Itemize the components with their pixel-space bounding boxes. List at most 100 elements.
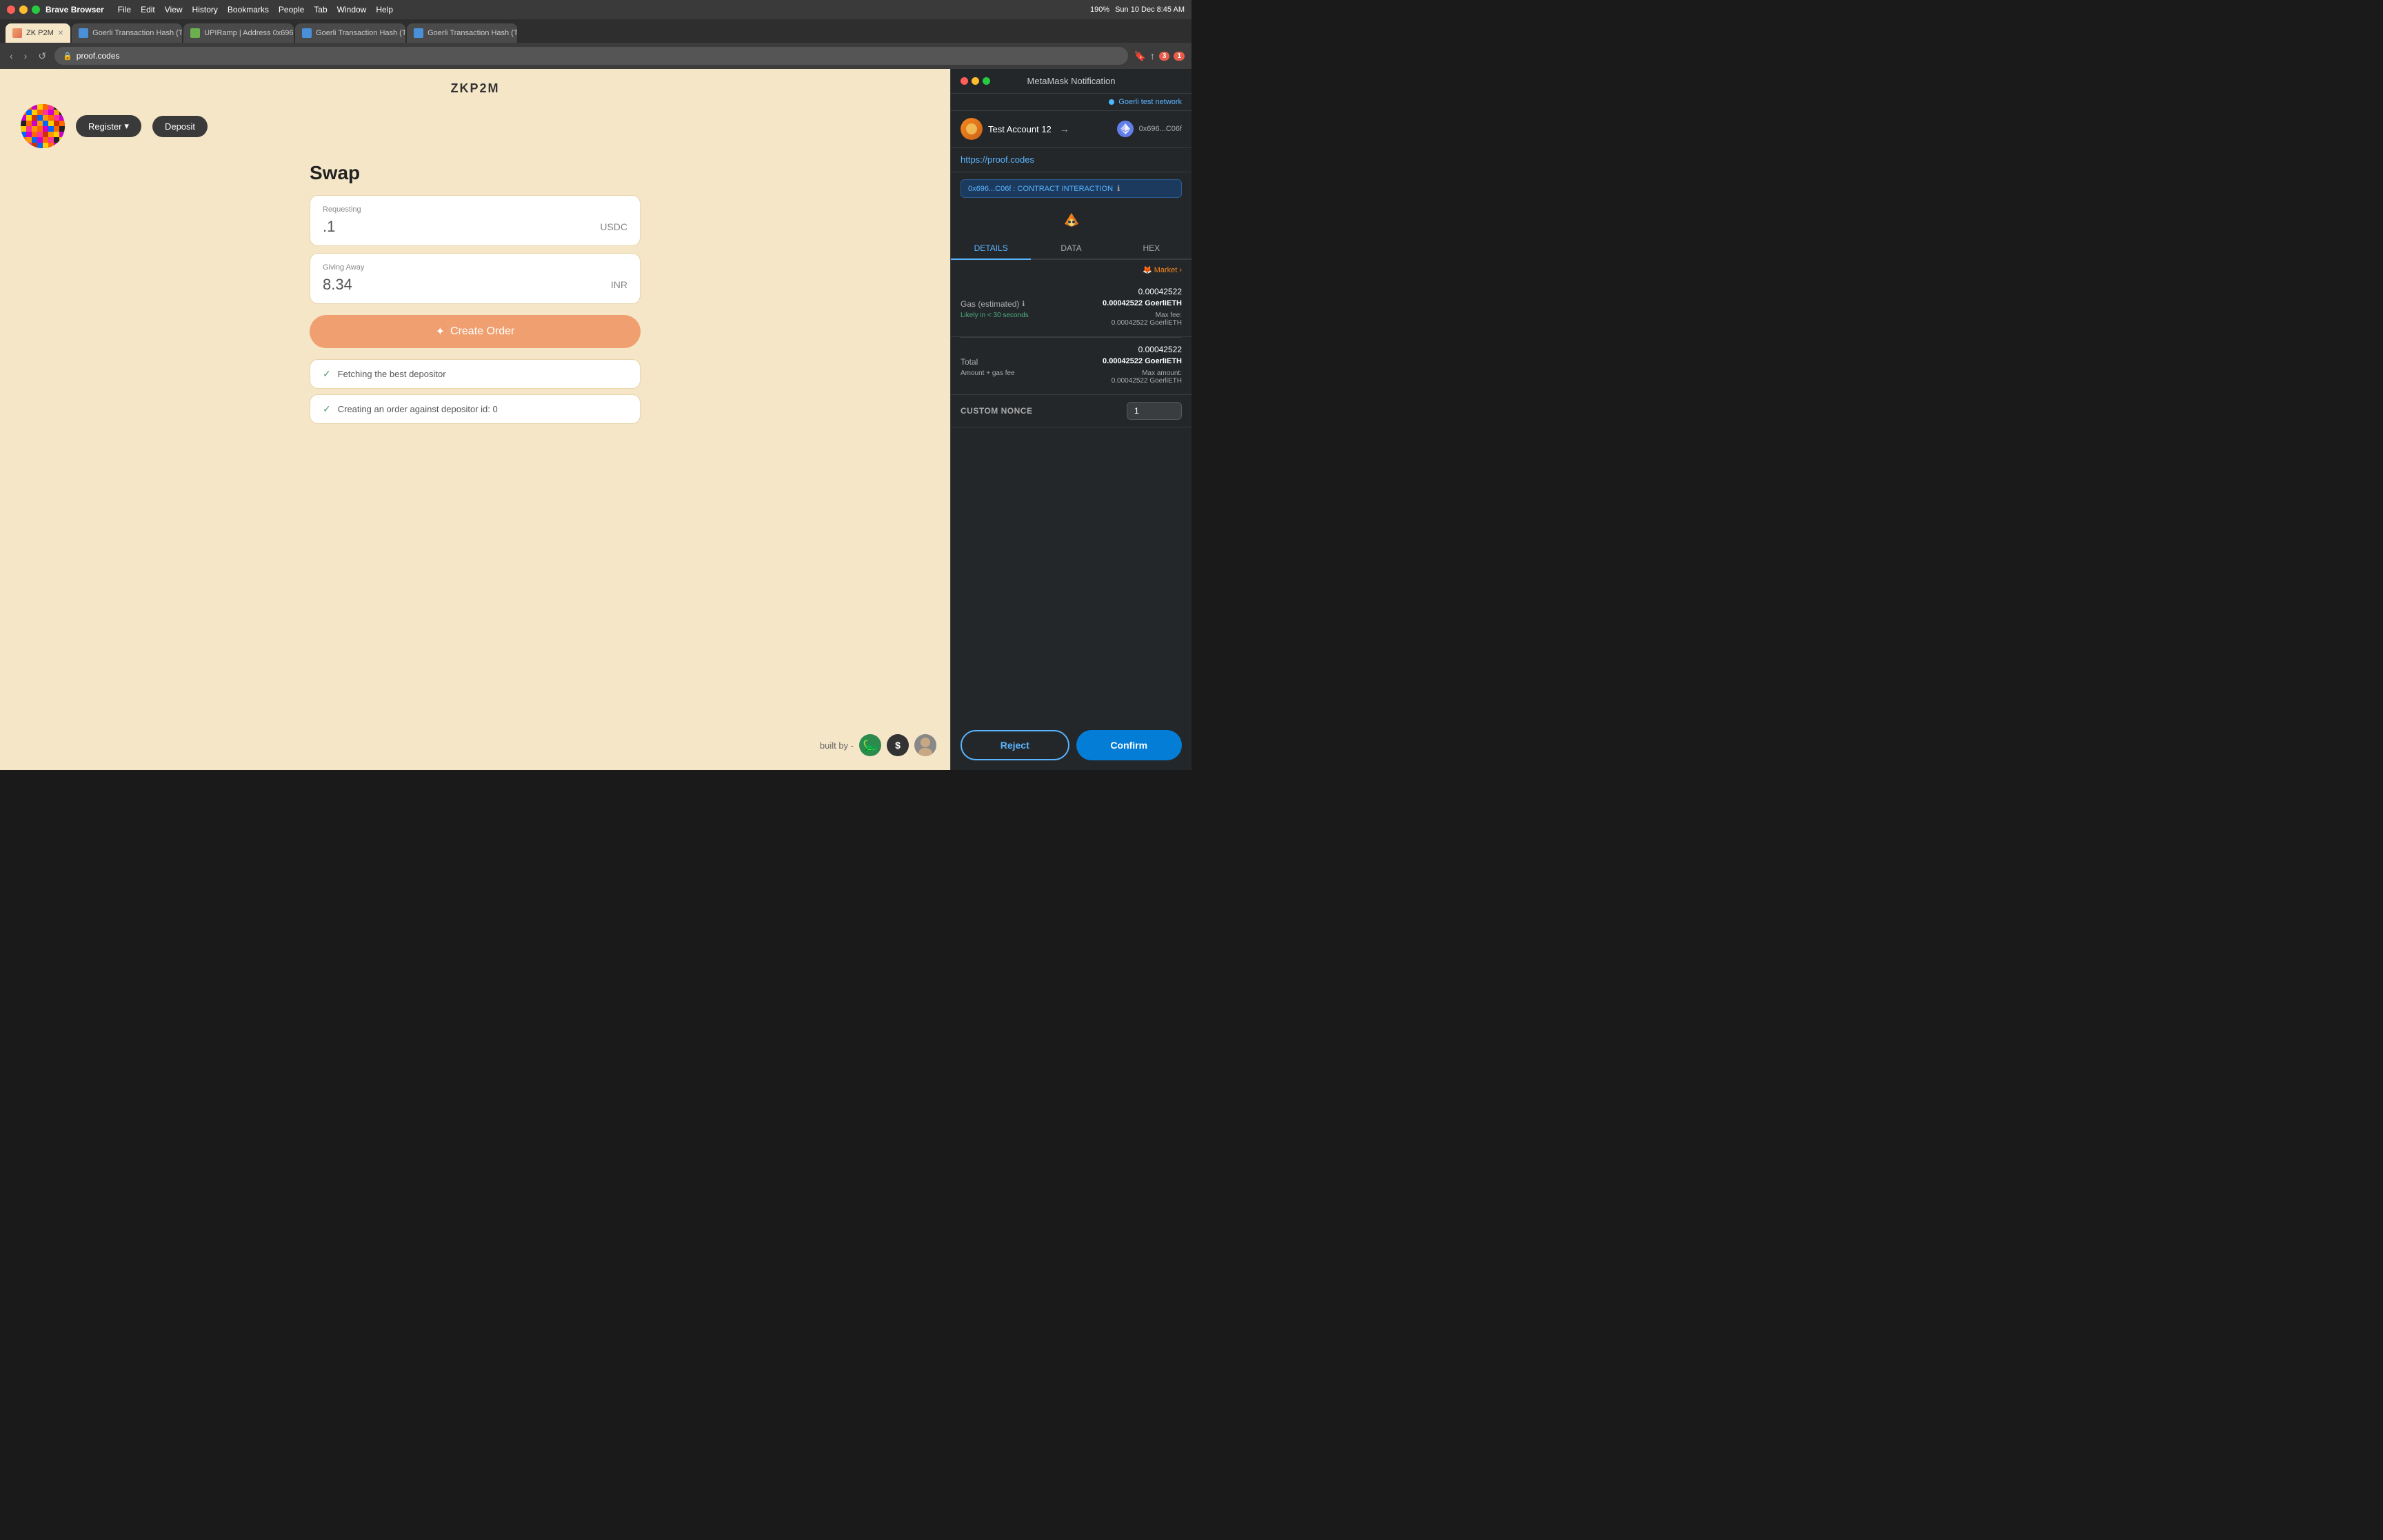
close-button[interactable] [7,6,15,14]
mm-eth-icon [1117,121,1134,137]
amount-gas-fee-label: Amount + gas fee [961,369,1015,377]
nonce-label: CUSTOM NONCE [961,406,1032,416]
mm-gas-section: 0.00042522 Gas (estimated) ℹ 0.00042522 … [951,280,1192,337]
deposit-button[interactable]: Deposit [152,116,208,137]
status-item-1: ✓ Creating an order against depositor id… [310,394,641,424]
register-label: Register [88,121,121,132]
gas-value-row: 0.00042522 [961,287,1182,296]
create-order-spinner: ✦ [436,325,445,338]
back-button[interactable]: ‹ [7,48,16,64]
giving-away-field: Giving Away 8.34 INR [310,253,641,304]
extension-badge-1[interactable]: 3 [1159,52,1170,61]
tab-upiramp[interactable]: UPIRamp | Address 0x696acb718e... ✕ [183,23,294,43]
menu-people[interactable]: People [279,5,304,14]
menu-help[interactable]: Help [376,5,393,14]
max-fee-value: 0.00042522 GoerliETH [1112,319,1182,327]
mm-close-button[interactable] [961,77,968,85]
mm-tab-data[interactable]: DATA [1031,238,1111,260]
tab-zkp2m[interactable]: ZK P2M ✕ [6,23,70,43]
menu-view[interactable]: View [165,5,183,14]
market-chevron: › [1179,266,1182,274]
user-avatar [21,104,65,148]
mm-origin: https://proof.codes [951,148,1192,172]
mm-account-address: 0x696...C06f [1139,125,1182,133]
info-icon[interactable]: ℹ [1117,184,1120,193]
mm-account-avatar [961,118,983,140]
mm-minimize-button[interactable] [972,77,979,85]
bookmark-icon[interactable]: 🔖 [1134,50,1145,62]
nonce-input[interactable] [1127,402,1182,420]
footer-avatar-1: 🦕 [859,734,881,756]
tab-goerli3[interactable]: Goerli Transaction Hash (Txhash) D... ✕ [407,23,517,43]
mm-tabs: DETAILS DATA HEX [951,238,1192,260]
mm-arrow-icon: → [1060,123,1069,134]
address-bar[interactable]: 🔒 proof.codes [54,47,1128,65]
register-chevron: ▾ [124,121,129,132]
gas-info-icon[interactable]: ℹ [1022,301,1025,308]
gas-likely-row: Likely in < 30 seconds Max fee: 0.000425… [961,312,1182,327]
pixel-art [21,104,65,148]
mm-tab-details[interactable]: DETAILS [951,238,1031,260]
total-label-row: Total 0.00042522 GoerliETH [961,357,1182,367]
minimize-button[interactable] [19,6,28,14]
mm-fullscreen-button[interactable] [983,77,990,85]
menu-edit[interactable]: Edit [141,5,155,14]
requesting-label: Requesting [323,205,627,214]
tab-goerli1[interactable]: Goerli Transaction Hash (Txhash) D... ✕ [72,23,182,43]
reject-button[interactable]: Reject [961,730,1069,760]
refresh-button[interactable]: ↺ [35,48,49,65]
battery-label: 190% [1090,6,1109,14]
tab-label-upiramp: UPIRamp | Address 0x696acb718e... [204,29,294,37]
mm-tab-hex[interactable]: HEX [1112,238,1192,260]
web-content: ZKP2M [0,69,950,770]
mm-market-link[interactable]: 🦊 Market › [961,265,1182,274]
contract-badge-text: 0x696...C06f : CONTRACT INTERACTION [968,185,1113,193]
footer: built by - 🦕 $ [820,734,936,756]
footer-avatar-3 [914,734,936,756]
mm-nonce-section: CUSTOM NONCE [951,395,1192,427]
built-by-label: built by - [820,740,854,751]
mm-account-bar: Test Account 12 → 0x696...C06f [951,111,1192,148]
tab-close-active[interactable]: ✕ [58,30,63,37]
gas-eth-value: 0.00042522 [1138,287,1182,296]
browser-actions: 🔖 ↑ 3 1 [1134,50,1185,62]
url-display: proof.codes [77,51,120,61]
gas-likely-label: Likely in < 30 seconds [961,312,1029,319]
mm-network-bar: Goerli test network [951,94,1192,111]
create-order-button[interactable]: ✦ Create Order [310,315,641,348]
swap-container: Swap Requesting .1 USDC Giving Away 8.34… [296,162,654,429]
tab-label-goerli3: Goerli Transaction Hash (Txhash) D... [428,29,517,37]
menu-tab[interactable]: Tab [314,5,327,14]
tab-goerli2[interactable]: Goerli Transaction Hash (Txhash) D... ✕ [295,23,405,43]
traffic-lights [7,6,40,14]
mm-traffic-lights [961,77,990,85]
share-icon[interactable]: ↑ [1150,50,1155,61]
max-amount-label: Max amount: [1142,369,1182,377]
system-icons: 190% Sun 10 Dec 8:45 AM [1090,6,1185,14]
requesting-field: Requesting .1 USDC [310,195,641,246]
mm-title: MetaMask Notification [1027,76,1116,86]
total-label: Total [961,357,978,367]
mm-total-section: 0.00042522 Total 0.00042522 GoerliETH Am… [951,338,1192,395]
menu-history[interactable]: History [192,5,218,14]
market-fox-icon: 🦊 [1143,265,1152,274]
forward-button[interactable]: › [21,48,30,64]
menu-bookmarks[interactable]: Bookmarks [228,5,269,14]
fullscreen-button[interactable] [32,6,40,14]
requesting-amount[interactable]: .1 [323,218,335,236]
mm-action-buttons: Reject Confirm [951,720,1192,770]
total-max-row: Amount + gas fee Max amount: 0.00042522 … [961,369,1182,385]
footer-avatar-2: $ [887,734,909,756]
confirm-button[interactable]: Confirm [1076,730,1183,760]
menu-file[interactable]: File [118,5,131,14]
register-button[interactable]: Register ▾ [76,115,141,137]
menu-window[interactable]: Window [337,5,367,14]
extension-badge-2[interactable]: 1 [1174,52,1185,61]
requesting-currency: USDC [600,221,627,232]
giving-away-label: Giving Away [323,263,627,272]
web-nav: Register ▾ Deposit [0,104,950,148]
giving-away-amount[interactable]: 8.34 [323,276,352,294]
market-label: Market [1154,266,1178,274]
requesting-row: .1 USDC [323,218,627,236]
gas-label-row: Gas (estimated) ℹ 0.00042522 GoerliETH [961,299,1182,309]
